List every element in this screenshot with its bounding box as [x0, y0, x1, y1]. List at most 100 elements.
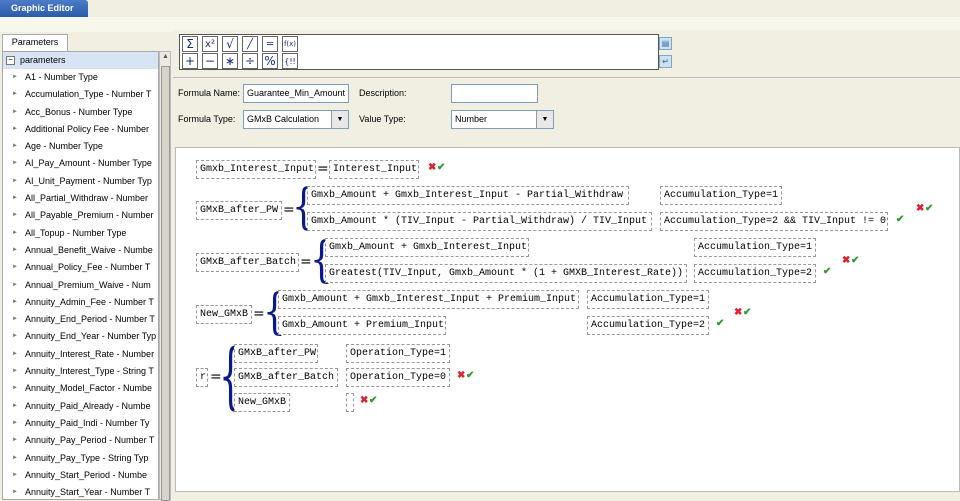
tree-scrollbar[interactable]: ▲	[159, 51, 171, 501]
tree-item[interactable]: ► Acc_Bonus - Number Type	[3, 104, 158, 121]
arrow-icon: ►	[12, 108, 18, 115]
check-icon[interactable]: ✔	[437, 162, 445, 173]
delete-icon[interactable]: ✖	[734, 307, 742, 318]
expression-box[interactable]: GMxB_after_Batch	[234, 368, 338, 387]
tab-parameters[interactable]: Parameters	[2, 34, 68, 51]
plus-button[interactable]: +	[182, 53, 198, 69]
tree-item[interactable]: ► Annuity_Interest_Type - String T	[3, 363, 158, 380]
check-icon[interactable]: ✔	[716, 318, 724, 329]
equals-button[interactable]: ═	[262, 36, 278, 52]
tree-item-label: Acc_Bonus - Number Type	[25, 106, 133, 117]
tree-item[interactable]: ► AI_Unit_Payment - Number Typ	[3, 173, 158, 190]
condition-button[interactable]: {!!	[282, 53, 298, 69]
tree-item[interactable]: ► Annuity_End_Year - Number Typ	[3, 328, 158, 345]
minus-button[interactable]: −	[202, 53, 218, 69]
chevron-down-icon[interactable]: ▼	[536, 111, 553, 128]
function-button[interactable]: f(x)	[282, 36, 298, 52]
tree-item-label: Annuity_Interest_Type - String T	[25, 366, 154, 377]
tree-item[interactable]: ► Annuity_Admin_Fee - Number T	[3, 294, 158, 311]
divide-line-button[interactable]: ╱	[242, 36, 258, 52]
value-type-select[interactable]: Number ▼	[451, 110, 554, 129]
paste-icon[interactable]: ↵	[659, 55, 672, 68]
tree-item[interactable]: ► Annuity_Start_Year - Number T	[3, 484, 158, 499]
expression-box[interactable]: Greatest(TIV_Input, Gmxb_Amount * (1 + G…	[325, 264, 687, 283]
tree-item-label: Annuity_End_Period - Number T	[25, 314, 155, 325]
arrow-icon: ►	[12, 385, 18, 392]
formula-type-value: GMxB Calculation	[247, 114, 320, 124]
scrollbar-thumb[interactable]	[161, 66, 170, 501]
expression-box[interactable]: Gmxb_Amount + Gmxb_Interest_Input	[325, 238, 529, 257]
expression-box[interactable]: Gmxb_Amount * (TIV_Input - Partial_Withd…	[307, 212, 652, 231]
expression-box[interactable]: GMxB_after_PW	[234, 344, 318, 363]
tree-item[interactable]: ► Annual_Benefit_Waive - Numbe	[3, 242, 158, 259]
lhs-box[interactable]: Gmxb_Interest_Input	[196, 160, 316, 179]
check-icon[interactable]: ✔	[743, 307, 751, 318]
scroll-up-icon[interactable]: ▲	[161, 53, 170, 64]
condition-box[interactable]: Accumulation_Type=1	[694, 238, 816, 257]
lhs-box[interactable]: New_GMxB	[196, 305, 252, 324]
tree-item[interactable]: ► Annuity_Paid_Indi - Number Ty	[3, 415, 158, 432]
tree-item[interactable]: ► Accumulation_Type - Number T	[3, 86, 158, 103]
power-button[interactable]: x²	[202, 36, 218, 52]
copy-icon[interactable]: ▤	[659, 37, 672, 50]
check-icon[interactable]: ✔	[851, 255, 859, 266]
tree-item[interactable]: ► Annuity_Pay_Type - String Typ	[3, 450, 158, 467]
check-icon[interactable]: ✔	[466, 370, 474, 381]
delete-icon[interactable]: ✖	[916, 203, 924, 214]
condition-box[interactable]: Accumulation_Type=1	[660, 186, 782, 205]
delete-icon[interactable]: ✖	[842, 255, 850, 266]
lhs-box[interactable]: GMxB_after_Batch	[196, 253, 299, 272]
tree-item[interactable]: ► Annuity_Start_Period - Numbe	[3, 467, 158, 484]
expression-box[interactable]: Gmxb_Amount + Premium_Input	[278, 316, 446, 335]
formula-canvas[interactable]: Gmxb_Interest_Input = Interest_Input ✖ ✔…	[175, 147, 960, 492]
delete-icon[interactable]: ✖	[457, 370, 465, 381]
tree-item[interactable]: ► A1 - Number Type	[3, 69, 158, 86]
sum-button[interactable]: Σ	[182, 36, 198, 52]
chevron-down-icon[interactable]: ▼	[331, 111, 348, 128]
tree-item[interactable]: ► Annual_Premium_Waive - Num	[3, 277, 158, 294]
tree-item[interactable]: ► Additional Policy Fee - Number	[3, 121, 158, 138]
arrow-icon: ►	[12, 91, 18, 98]
tree-item[interactable]: ► Annuity_Paid_Already - Numbe	[3, 398, 158, 415]
arrow-icon: ►	[12, 471, 18, 478]
collapse-icon[interactable]: −	[6, 56, 15, 65]
tree-item[interactable]: ► Annuity_Interest_Rate - Number	[3, 346, 158, 363]
condition-box[interactable]: Operation_Type=0	[346, 368, 450, 387]
check-icon[interactable]: ✔	[896, 214, 904, 225]
expression-box[interactable]: Interest_Input	[329, 160, 419, 179]
tree-item[interactable]: ► Annuity_Pay_Period - Number T	[3, 432, 158, 449]
divide-button[interactable]: ÷	[242, 53, 258, 69]
tree-item[interactable]: ► All_Topup - Number Type	[3, 225, 158, 242]
delete-icon[interactable]: ✖	[428, 162, 436, 173]
sqrt-button[interactable]: √	[222, 36, 238, 52]
expression-box[interactable]: Gmxb_Amount + Gmxb_Interest_Input - Part…	[307, 186, 629, 205]
tree-item[interactable]: ► Annual_Policy_Fee - Number T	[3, 259, 158, 276]
description-input[interactable]	[451, 84, 538, 103]
condition-box[interactable]: Accumulation_Type=2	[694, 264, 816, 283]
formula-type-select[interactable]: GMxB Calculation ▼	[243, 110, 349, 129]
tree-item[interactable]: ► All_Payable_Premium - Number	[3, 207, 158, 224]
tree-item[interactable]: ► Annuity_Model_Factor - Numbe	[3, 380, 158, 397]
app-title-tab[interactable]: Graphic Editor	[0, 0, 88, 17]
condition-box[interactable]	[346, 393, 354, 412]
condition-box[interactable]: Accumulation_Type=2 && TIV_Input != 0	[660, 212, 888, 231]
check-icon[interactable]: ✔	[925, 203, 933, 214]
lhs-box[interactable]: r	[196, 368, 208, 387]
tree-item[interactable]: ► Annuity_End_Period - Number T	[3, 311, 158, 328]
multiply-button[interactable]: ∗	[222, 53, 238, 69]
condition-box[interactable]: Accumulation_Type=2	[587, 316, 709, 335]
formula-name-input[interactable]: Guarantee_Min_Amount	[243, 84, 349, 103]
check-icon[interactable]: ✔	[823, 266, 831, 277]
condition-box[interactable]: Accumulation_Type=1	[587, 290, 709, 309]
expression-box[interactable]: New_GMxB	[234, 393, 290, 412]
tree-item[interactable]: ► Age - Number Type	[3, 138, 158, 155]
check-icon[interactable]: ✔	[369, 395, 377, 406]
condition-box[interactable]: Operation_Type=1	[346, 344, 450, 363]
tree-root-parameters[interactable]: − parameters	[3, 52, 158, 69]
percent-button[interactable]: %	[262, 53, 278, 69]
lhs-box[interactable]: GMxB_after_PW	[196, 201, 282, 220]
tree-item[interactable]: ► AI_Pay_Amount - Number Type	[3, 155, 158, 172]
tree-item[interactable]: ► All_Partial_Withdraw - Number	[3, 190, 158, 207]
expression-box[interactable]: Gmxb_Amount + Gmxb_Interest_Input + Prem…	[278, 290, 579, 309]
delete-icon[interactable]: ✖	[360, 395, 368, 406]
